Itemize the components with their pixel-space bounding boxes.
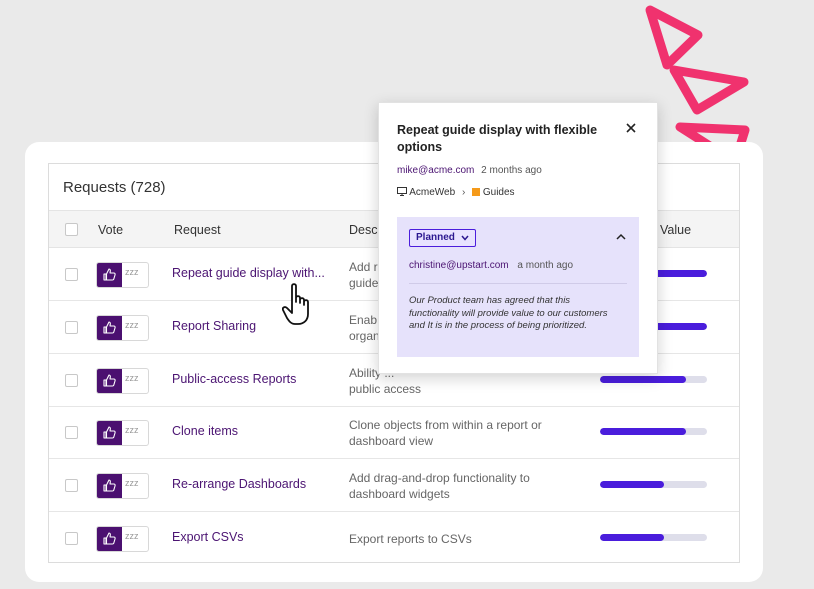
upvote-button[interactable]	[97, 315, 122, 340]
value-bar	[600, 481, 707, 489]
upvote-button[interactable]	[97, 368, 122, 393]
chevron-right-icon: ›	[461, 187, 466, 198]
column-vote[interactable]: Vote	[98, 223, 123, 237]
column-description[interactable]: Desc	[349, 223, 377, 237]
thumbs-up-icon	[103, 479, 116, 492]
close-icon[interactable]	[625, 122, 637, 134]
value-bar-fill	[600, 534, 665, 541]
monitor-icon	[397, 187, 407, 196]
vote-control: zzz	[96, 420, 149, 447]
status-dropdown[interactable]: Planned	[409, 229, 476, 247]
vote-control: zzz	[96, 367, 149, 394]
snooze-button[interactable]: zzz	[125, 267, 139, 277]
table-row[interactable]: zzz Re-arrange Dashboards Add drag-and-dro…	[49, 459, 739, 513]
row-checkbox[interactable]	[65, 320, 78, 334]
value-bar-fill	[600, 481, 665, 489]
chevron-down-icon	[461, 235, 469, 241]
guides-square-icon	[472, 188, 481, 196]
column-value[interactable]: Value	[660, 223, 691, 237]
upvote-button[interactable]	[97, 474, 122, 499]
row-checkbox[interactable]	[65, 373, 78, 387]
row-checkbox[interactable]	[65, 426, 78, 440]
table-row[interactable]: zzz Clone items Clone objects from within …	[49, 406, 739, 460]
snooze-button[interactable]: zzz	[125, 531, 139, 541]
thumbs-up-icon	[103, 268, 116, 281]
upvote-button[interactable]	[97, 421, 122, 446]
request-link[interactable]: Report Sharing	[172, 319, 256, 333]
request-link[interactable]: Clone items	[172, 424, 238, 438]
value-bar-fill	[600, 428, 686, 436]
breadcrumb: AcmeWeb › Guides	[397, 187, 515, 198]
reply-meta: christine@upstart.com a month ago	[409, 260, 573, 271]
status-label: Planned	[416, 232, 455, 243]
request-link[interactable]: Repeat guide display with...	[172, 266, 325, 280]
thumbs-up-icon	[103, 532, 116, 545]
reply-text: Our Product team has agreed that this fu…	[409, 295, 608, 331]
popup-meta: mike@acme.com 2 months ago	[397, 165, 542, 176]
chevron-up-icon[interactable]	[616, 233, 626, 241]
thumbs-up-icon	[103, 426, 116, 439]
request-description: Export reports to CSVs	[349, 532, 472, 546]
vote-control: zzz	[96, 526, 149, 552]
request-link[interactable]: Public-access Reports	[172, 372, 296, 386]
row-checkbox[interactable]	[65, 268, 78, 281]
value-bar	[600, 534, 707, 541]
upvote-button[interactable]	[97, 263, 122, 287]
popup-title: Repeat guide display with flexible optio…	[397, 123, 598, 154]
upvote-button[interactable]	[97, 527, 122, 551]
table-row[interactable]: zzz Export CSVs Export reports to CSVs	[49, 512, 739, 562]
snooze-button[interactable]: zzz	[125, 478, 139, 488]
snooze-button[interactable]: zzz	[125, 425, 139, 435]
breadcrumb-area[interactable]: Guides	[483, 187, 515, 198]
value-bar	[600, 428, 707, 436]
reply-time: a month ago	[517, 260, 574, 271]
request-link[interactable]: Re-arrange Dashboards	[172, 477, 306, 491]
status-update-box: Planned christine@upstart.com a month ag…	[397, 217, 639, 357]
author-email[interactable]: mike@acme.com	[397, 165, 474, 176]
thumbs-up-icon	[103, 374, 116, 387]
row-checkbox[interactable]	[65, 479, 78, 493]
request-link[interactable]: Export CSVs	[172, 530, 244, 544]
request-description: Add drag-and-drop functionality to dashb…	[349, 471, 530, 502]
divider	[409, 283, 627, 284]
request-description: Clone objects from within a report or da…	[349, 418, 542, 449]
panel-title: Requests (728)	[63, 179, 166, 196]
snooze-button[interactable]: zzz	[125, 320, 139, 330]
vote-control: zzz	[96, 314, 149, 341]
post-time: 2 months ago	[481, 165, 542, 176]
triangle-1	[645, 5, 703, 70]
triangle-2	[669, 65, 749, 115]
column-request[interactable]: Request	[174, 223, 221, 237]
snooze-button[interactable]: zzz	[125, 373, 139, 383]
value-bar-fill	[600, 375, 686, 383]
hand-cursor-icon	[282, 283, 309, 325]
reply-author[interactable]: christine@upstart.com	[409, 260, 509, 271]
row-checkbox[interactable]	[65, 532, 78, 545]
vote-control: zzz	[96, 473, 149, 500]
breadcrumb-app[interactable]: AcmeWeb	[409, 187, 455, 198]
select-all-checkbox[interactable]	[65, 223, 78, 236]
thumbs-up-icon	[103, 321, 116, 334]
request-detail-popup: Repeat guide display with flexible optio…	[378, 102, 658, 374]
vote-control: zzz	[96, 262, 149, 288]
value-bar	[600, 375, 707, 383]
